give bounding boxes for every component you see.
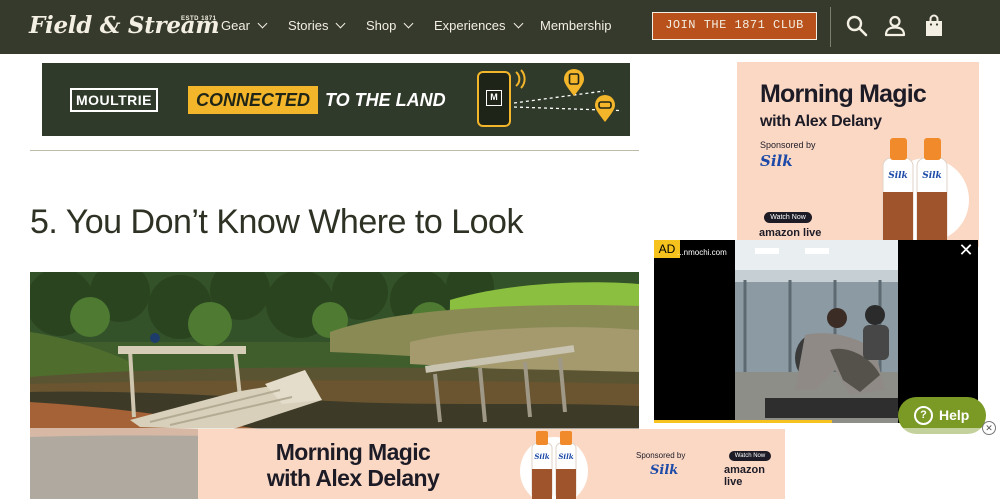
site-header: Field & Stream ESTD 1871 Gear Stories Sh… [0, 0, 1000, 54]
section-divider [30, 150, 639, 151]
nav-membership-label: Membership [540, 18, 612, 33]
moultrie-banner-ad[interactable]: MOULTRIE CONNECTED TO THE LAND M [42, 63, 630, 136]
video-close-button[interactable]: ✕ [956, 241, 976, 259]
video-progress-bar [654, 420, 833, 423]
account-icon[interactable] [883, 14, 907, 38]
bottom-ad-title-line1: Morning Magic [275, 439, 431, 465]
article-heading: 5. You Don’t Know Where to Look [30, 203, 523, 241]
side-ad-amazon-live: amazon live [759, 227, 822, 239]
truck-pin-icon [595, 95, 615, 122]
svg-text:Silk: Silk [888, 171, 908, 181]
nav-experiences-label: Experiences [434, 18, 506, 33]
nav-membership[interactable]: Membership [540, 18, 612, 33]
bottom-ad-title-line2: with Alex Delany [266, 465, 440, 491]
svg-text:Silk: Silk [558, 452, 573, 461]
chevron-down-icon [513, 18, 523, 29]
video-ad-domain: ...nmochi.com [677, 248, 727, 257]
nav-gear[interactable]: Gear [221, 18, 268, 33]
header-divider [830, 7, 831, 47]
logo-est: ESTD 1871 [181, 16, 217, 22]
silk-logo: Silk [760, 152, 793, 170]
help-label: Help [939, 407, 970, 423]
moultrie-logo: MOULTRIE [70, 88, 158, 112]
chevron-down-icon [257, 18, 268, 29]
side-ad-watch-now[interactable]: Watch Now [764, 212, 812, 223]
help-icon: ? [914, 406, 933, 425]
bottom-ad-title: Morning Magic with Alex Delany [198, 439, 508, 491]
nav-stories[interactable]: Stories [288, 18, 346, 33]
camera-pin-icon [564, 69, 584, 96]
join-club-button[interactable]: JOIN THE 1871 CLUB [652, 12, 817, 40]
nav-experiences[interactable]: Experiences [434, 18, 523, 33]
video-ad-player[interactable]: AD ...nmochi.com ✕ [654, 240, 978, 423]
gym-video-image [735, 240, 898, 423]
phone-icon: M [477, 71, 511, 127]
site-logo[interactable]: Field & Stream ESTD 1871 [29, 12, 220, 39]
chevron-down-icon [403, 18, 414, 29]
bag-icon[interactable] [922, 14, 946, 38]
creamer-bottles-image: Silk Silk [882, 138, 969, 247]
side-ad-title: Morning Magic [760, 80, 927, 108]
svg-text:Silk: Silk [534, 452, 549, 461]
banner-highlight: CONNECTED [188, 86, 319, 114]
nav-shop[interactable]: Shop [366, 18, 414, 33]
nav-gear-label: Gear [221, 18, 250, 33]
side-ad-subtitle: with Alex Delany [760, 113, 882, 130]
nav-stories-label: Stories [288, 18, 329, 33]
morning-magic-side-ad[interactable]: Morning Magic with Alex Delany Sponsored… [737, 62, 979, 247]
bottom-silk-logo: Silk [650, 463, 679, 478]
bottom-ad-amazon-live: amazon live [724, 464, 765, 488]
chevron-down-icon [336, 18, 346, 29]
bottom-ad-watch-now[interactable]: Watch Now [729, 451, 771, 461]
nav-shop-label: Shop [366, 18, 397, 33]
sticky-ad-close-button[interactable]: ✕ [982, 421, 996, 435]
morning-magic-bottom-ad[interactable]: Morning Magic with Alex Delany Silk Silk… [198, 429, 785, 499]
side-ad-sponsored: Sponsored by [760, 140, 816, 150]
search-icon[interactable] [845, 14, 869, 38]
svg-text:Silk: Silk [922, 171, 942, 181]
bottom-ad-sponsored: Sponsored by [636, 451, 686, 460]
bottom-creamer-bottles-image: Silk Silk [520, 431, 588, 499]
video-frame [735, 240, 898, 423]
banner-tagline: TO THE LAND [325, 90, 446, 110]
phone-brand-mark: M [486, 90, 502, 106]
